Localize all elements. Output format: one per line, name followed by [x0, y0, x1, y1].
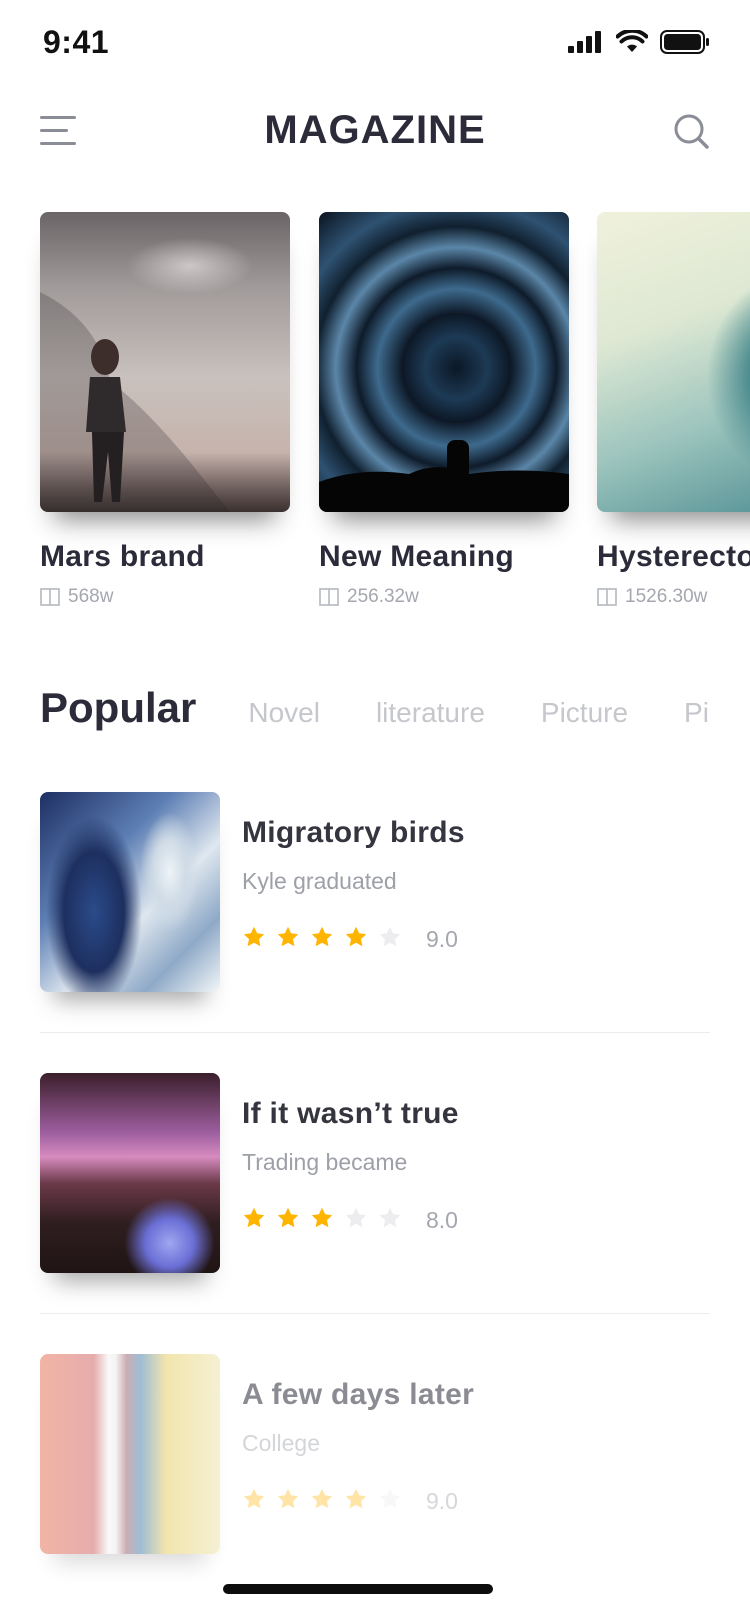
list-item-cover	[40, 1073, 220, 1273]
star-filled-icon	[242, 1487, 266, 1511]
featured-title: Mars brand	[40, 540, 205, 573]
tab-novel[interactable]: Novel	[248, 697, 320, 729]
list-item[interactable]: If it wasn’t true Trading became 8.0	[40, 1073, 710, 1273]
list-item-info: If it wasn’t true Trading became 8.0	[242, 1097, 459, 1235]
rating: 9.0	[242, 925, 465, 954]
featured-card[interactable]: Hysterecto 1526.30w	[597, 212, 750, 608]
book-icon	[597, 588, 617, 606]
star-filled-icon	[310, 925, 334, 949]
list-item-cover	[40, 1354, 220, 1554]
status-time: 9:41	[43, 24, 110, 60]
divider	[40, 1032, 710, 1033]
status-icons	[568, 30, 710, 54]
star-empty-icon	[378, 925, 402, 949]
featured-title: New Meaning	[319, 540, 514, 573]
battery-icon	[660, 30, 709, 54]
list-item-author: Trading became	[242, 1149, 408, 1175]
category-tabs: Popular Novel literature Picture Pi	[40, 684, 750, 744]
featured-reads: 256.32w	[347, 586, 419, 607]
featured-card[interactable]: New Meaning 256.32w	[319, 212, 569, 608]
status-bar: 9:41	[0, 0, 750, 88]
tab-literature[interactable]: literature	[376, 697, 485, 729]
star-filled-icon	[310, 1206, 334, 1230]
featured-cover-image	[40, 212, 290, 512]
signal-icon	[568, 31, 601, 53]
rating-score: 9.0	[426, 926, 458, 952]
featured-meta: 568w	[40, 586, 290, 608]
star-empty-icon	[344, 1206, 368, 1230]
list-item-title: If it wasn’t true	[242, 1097, 459, 1130]
featured-cover-image	[597, 212, 750, 512]
star-filled-icon	[310, 1487, 334, 1511]
list-item[interactable]: A few days later College 9.0	[40, 1354, 710, 1554]
star-filled-icon	[344, 1487, 368, 1511]
list-item[interactable]: Migratory birds Kyle graduated 9.0	[40, 792, 710, 992]
tab-picture-more[interactable]: Pi	[684, 697, 709, 729]
rating-score: 9.0	[426, 1488, 458, 1514]
tab-picture[interactable]: Picture	[541, 697, 628, 729]
featured-reads: 568w	[68, 586, 114, 607]
star-rating	[242, 1206, 412, 1235]
featured-meta: 1526.30w	[597, 586, 750, 608]
featured-carousel[interactable]: Mars brand 568w New Meaning 256.32w Hyst…	[0, 212, 750, 632]
rating: 8.0	[242, 1206, 459, 1235]
app-header: MAGAZINE	[0, 100, 750, 164]
list-item-title: Migratory birds	[242, 816, 465, 849]
list-item-title: A few days later	[242, 1378, 475, 1411]
list-item-author: College	[242, 1430, 320, 1456]
list-item-info: Migratory birds Kyle graduated 9.0	[242, 816, 465, 954]
list-item-cover	[40, 792, 220, 992]
star-filled-icon	[276, 1206, 300, 1230]
featured-meta: 256.32w	[319, 586, 569, 608]
featured-card[interactable]: Mars brand 568w	[40, 212, 290, 608]
home-indicator[interactable]	[223, 1584, 493, 1594]
star-empty-icon	[378, 1206, 402, 1230]
star-filled-icon	[242, 1206, 266, 1230]
list-item-author: Kyle graduated	[242, 868, 397, 894]
star-filled-icon	[242, 925, 266, 949]
star-rating	[242, 1487, 412, 1516]
featured-reads: 1526.30w	[625, 586, 708, 607]
star-filled-icon	[276, 1487, 300, 1511]
popular-list: Migratory birds Kyle graduated 9.0 If it…	[40, 792, 710, 1554]
list-item-info: A few days later College 9.0	[242, 1378, 474, 1516]
screen: 9:41 MAGAZINE Mars brand 568w New Meanin…	[0, 0, 750, 1624]
wifi-icon	[616, 30, 648, 52]
star-filled-icon	[276, 925, 300, 949]
page-title: MAGAZINE	[264, 108, 486, 152]
divider	[40, 1313, 710, 1314]
featured-title: Hysterecto	[597, 540, 750, 573]
search-icon[interactable]	[672, 112, 712, 152]
rating: 9.0	[242, 1487, 474, 1516]
star-rating	[242, 925, 412, 954]
star-filled-icon	[344, 925, 368, 949]
featured-cover-image	[319, 212, 569, 512]
tab-popular[interactable]: Popular	[40, 684, 196, 732]
book-icon	[319, 588, 339, 606]
star-empty-icon	[378, 1487, 402, 1511]
book-icon	[40, 588, 60, 606]
rating-score: 8.0	[426, 1207, 458, 1233]
